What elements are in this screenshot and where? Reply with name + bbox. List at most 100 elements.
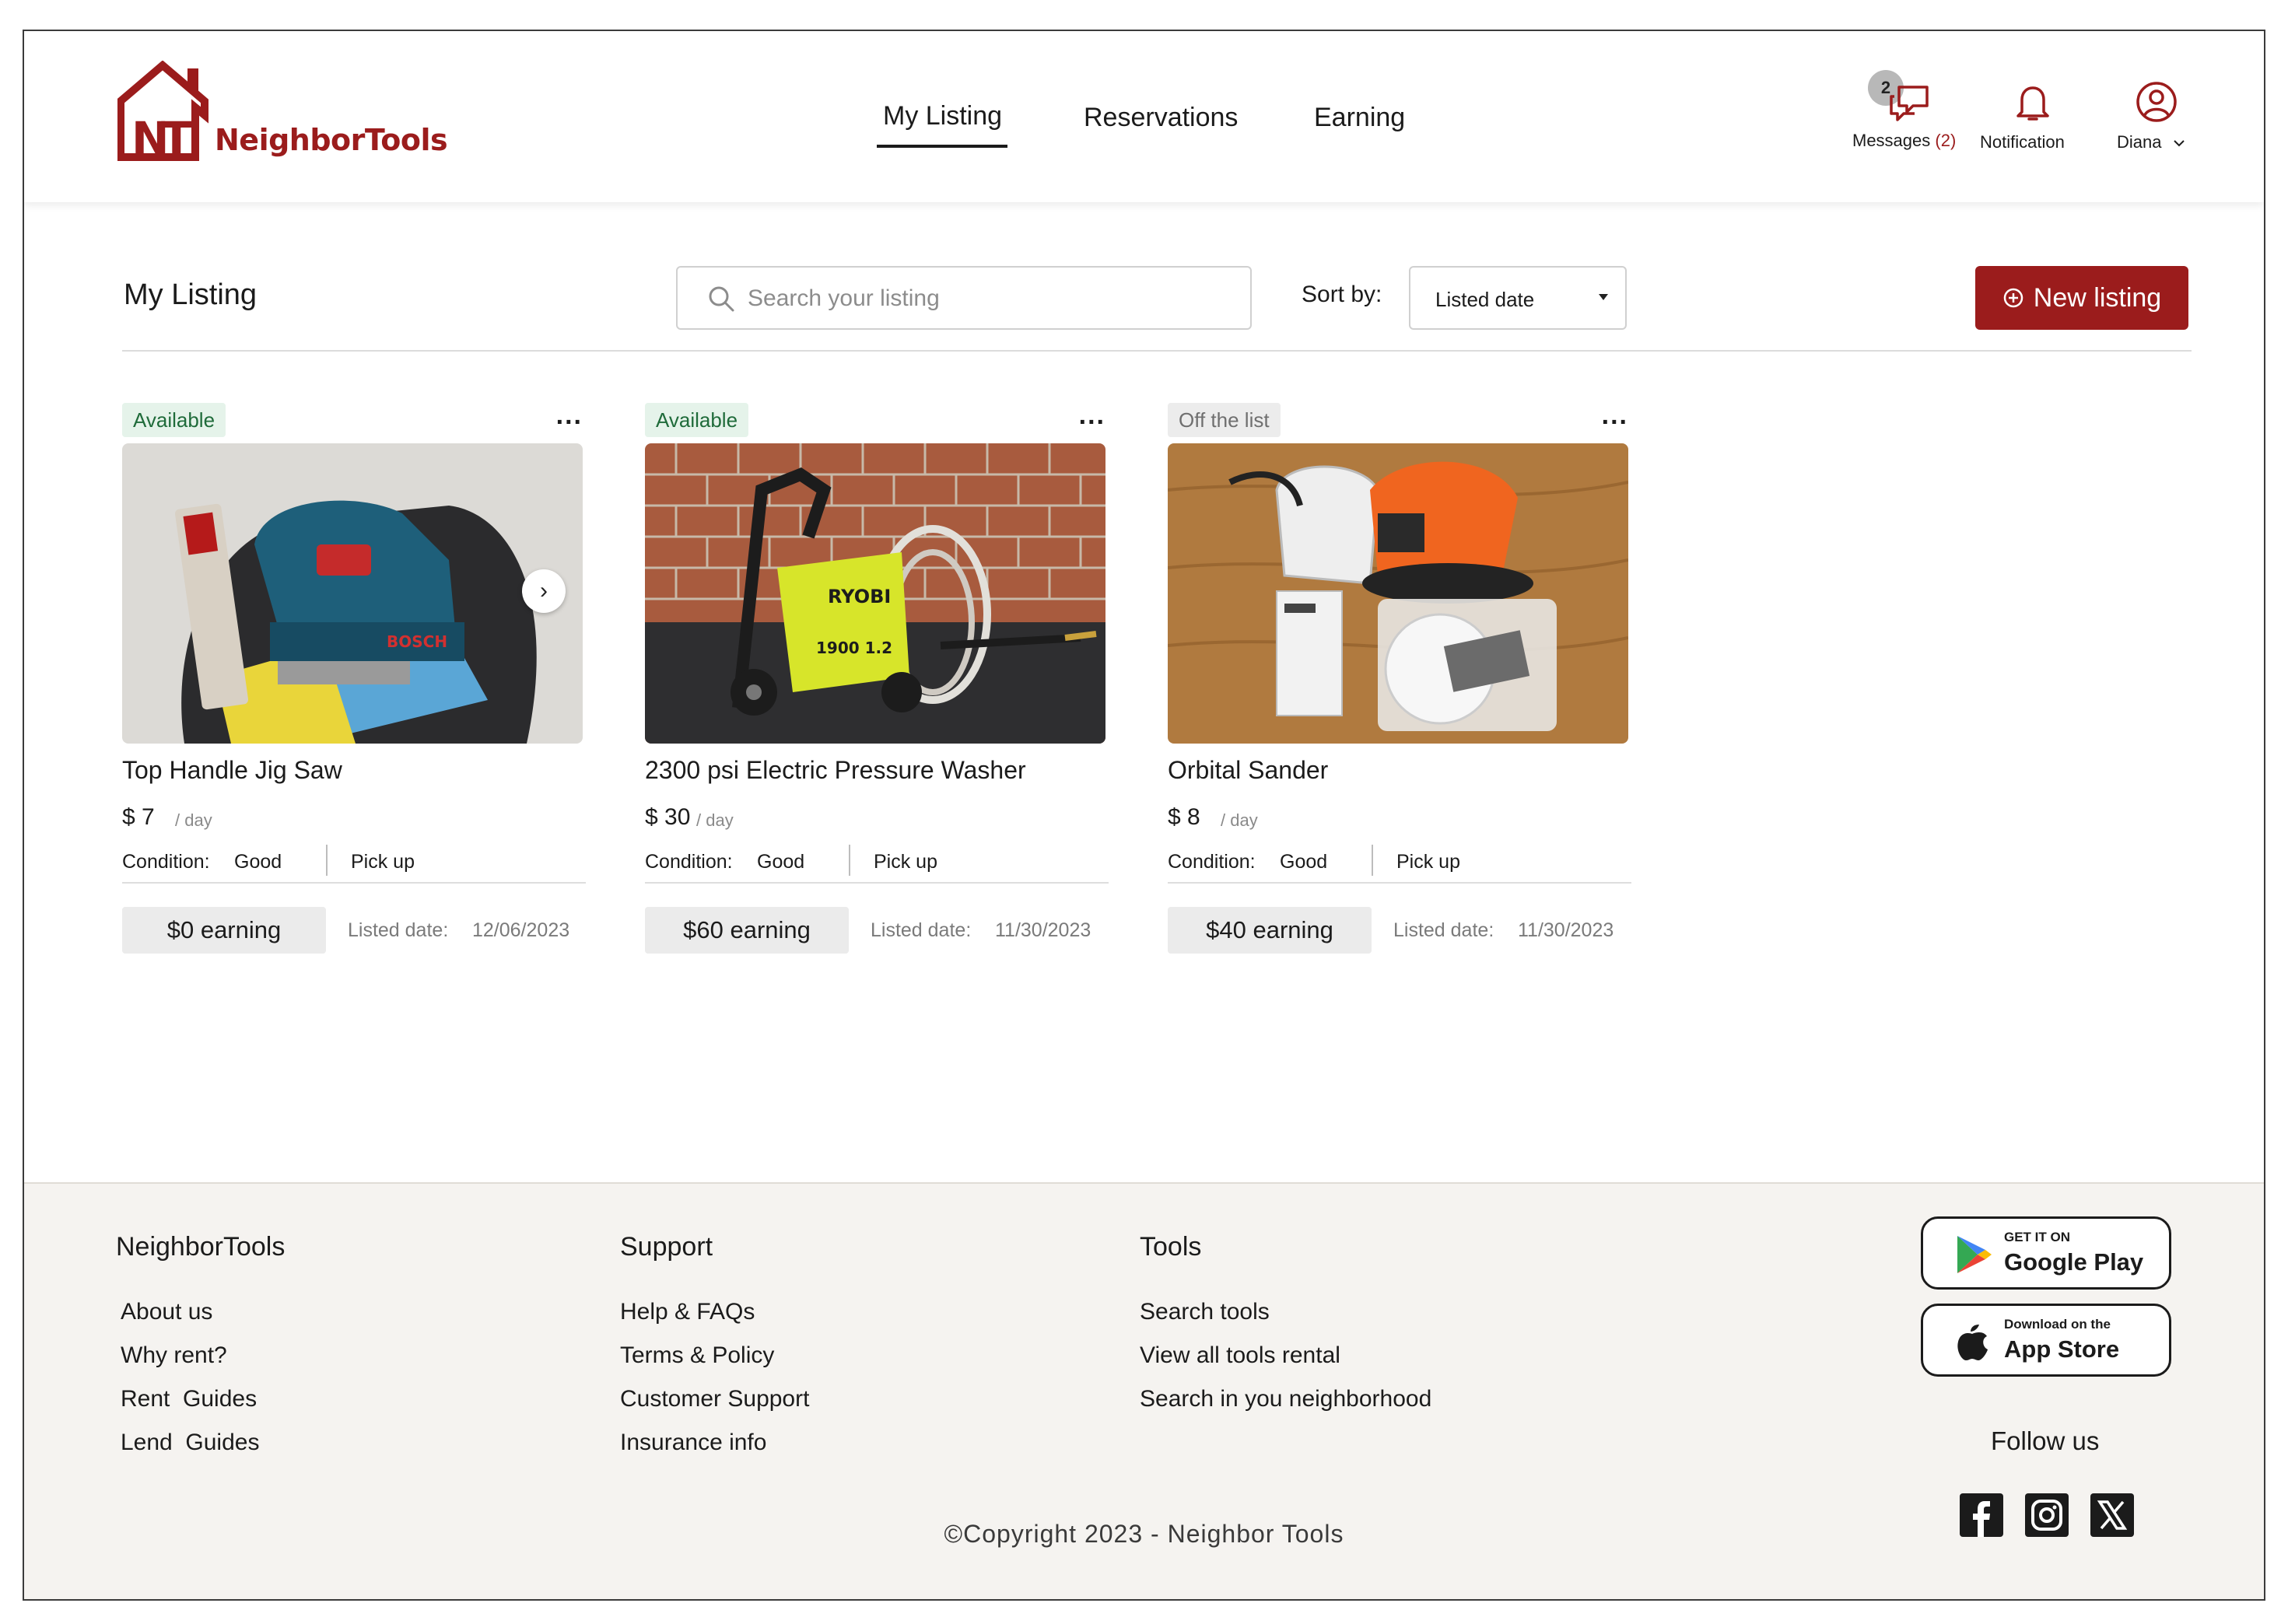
condition-row: Condition: Good Pick up	[122, 845, 586, 884]
footer-link-about-us[interactable]: About us	[116, 1290, 285, 1334]
condition-label: Condition:	[122, 851, 210, 873]
listing-photo-jigsaw[interactable]: BOSCH ›	[122, 443, 583, 744]
footer-link-search-tools[interactable]: Search tools	[1140, 1290, 1431, 1334]
footer-link-rent-guides[interactable]: Rent Guides	[116, 1377, 285, 1421]
listing-price: $ 30	[645, 804, 691, 830]
messages-label: Messages	[1852, 131, 1931, 150]
status-badge: Off the list	[1168, 403, 1281, 437]
nav-my-listing[interactable]: My Listing	[883, 101, 1002, 131]
listed-date: 12/06/2023	[472, 919, 570, 941]
google-play-icon	[1957, 1236, 1992, 1273]
svg-text:1900 1.2: 1900 1.2	[816, 639, 892, 657]
price-unit: / day	[175, 810, 212, 830]
svg-text:BOSCH: BOSCH	[387, 632, 447, 651]
footer-heading: Support	[620, 1232, 713, 1262]
search-icon	[709, 286, 734, 312]
brand-logo[interactable]: N T NeighborTools	[117, 61, 448, 162]
listed-date: 11/30/2023	[995, 919, 1091, 941]
listing-card[interactable]: Available ... BOSCH › Top Handle Jig Saw…	[122, 402, 589, 963]
earning-badge: $0 earning	[122, 907, 326, 954]
app-store-big: App Store	[2004, 1335, 2120, 1363]
search-input[interactable]	[748, 280, 1230, 317]
listing-price: $ 8	[1168, 804, 1200, 830]
plus-circle-icon	[2003, 288, 2023, 308]
notification-label[interactable]: Notification	[1980, 132, 2065, 152]
condition-value: Good	[234, 851, 282, 873]
svg-text:T: T	[161, 112, 192, 162]
price-unit: / day	[1221, 810, 1258, 830]
listing-photo-pressure-washer[interactable]: RYOBI 1900 1.2	[645, 443, 1105, 744]
user-name: Diana	[2117, 132, 2162, 152]
top-navigation-bar: N T NeighborTools My Listing Reservation…	[24, 31, 2264, 202]
nav-earning[interactable]: Earning	[1314, 103, 1405, 133]
condition-row: Condition: Good Pick up	[1168, 845, 1631, 884]
footer-column-neighbortools: NeighborTools About us Why rent? Rent Gu…	[116, 1232, 285, 1465]
row-separator	[326, 845, 328, 876]
listed-date: 11/30/2023	[1518, 919, 1614, 941]
google-play-big: Google Play	[2004, 1248, 2144, 1276]
condition-value: Good	[757, 851, 805, 873]
apple-icon	[1957, 1325, 1988, 1360]
earning-badge: $40 earning	[1168, 907, 1372, 954]
copyright-text: ©Copyright 2023 - Neighbor Tools	[944, 1520, 1344, 1548]
status-badge: Available	[645, 403, 749, 437]
new-listing-button[interactable]: New listing	[1975, 266, 2188, 330]
more-options-icon[interactable]: ...	[556, 402, 583, 429]
row-separator	[1372, 845, 1373, 876]
user-menu[interactable]: Diana	[2117, 132, 2185, 152]
nav-active-underline	[877, 145, 1007, 148]
earning-badge: $60 earning	[645, 907, 849, 954]
bell-icon[interactable]	[2014, 82, 2051, 123]
sort-select-value: Listed date	[1435, 288, 1535, 311]
listing-card[interactable]: Off the list ... Orbital Sander $ 8 / da…	[1168, 402, 1635, 963]
house-logo-icon: N T	[117, 61, 208, 162]
more-options-icon[interactable]: ...	[1602, 402, 1628, 429]
listing-price: $ 7	[122, 804, 155, 830]
nav-reservations[interactable]: Reservations	[1084, 103, 1238, 133]
messages-icon[interactable]	[1888, 84, 1932, 123]
footer-link-why-rent[interactable]: Why rent?	[116, 1334, 285, 1377]
footer-link-view-all-tools[interactable]: View all tools rental	[1140, 1334, 1431, 1377]
svg-text:RYOBI: RYOBI	[828, 586, 891, 607]
listing-card[interactable]: Available ... RYOBI 1900 1.2 2300 psi El…	[645, 402, 1112, 963]
app-store-button[interactable]: Download on the App Store	[1921, 1304, 2171, 1377]
status-badge: Available	[122, 403, 226, 437]
sort-select[interactable]: Listed date	[1409, 266, 1627, 330]
sort-label: Sort by:	[1302, 282, 1382, 307]
listed-date-label: Listed date:	[348, 919, 449, 941]
footer-link-customer-support[interactable]: Customer Support	[620, 1377, 809, 1421]
delivery-method: Pick up	[1396, 851, 1460, 873]
page-title: My Listing	[124, 278, 258, 311]
app-store-small: Download on the	[2004, 1317, 2111, 1332]
row-separator	[849, 845, 850, 876]
messages-link[interactable]: Messages (2)	[1852, 131, 1956, 151]
jigsaw-image: BOSCH	[122, 443, 583, 744]
next-image-button[interactable]: ›	[522, 569, 566, 613]
pressure-washer-image: RYOBI 1900 1.2	[645, 443, 1105, 744]
footer-link-lend-guides[interactable]: Lend Guides	[116, 1421, 285, 1465]
more-options-icon[interactable]: ...	[1079, 402, 1105, 429]
footer-link-help-faqs[interactable]: Help & FAQs	[620, 1290, 809, 1334]
footer-column-tools: Tools Search tools View all tools rental…	[1140, 1232, 1431, 1421]
listing-title[interactable]: Orbital Sander	[1168, 756, 1328, 785]
condition-label: Condition:	[1168, 851, 1256, 873]
messages-count: (2)	[1935, 131, 1957, 150]
brand-name: NeighborTools	[215, 123, 448, 157]
footer-heading: NeighborTools	[116, 1232, 286, 1262]
listed-date-label: Listed date:	[871, 919, 972, 941]
follow-us-label: Follow us	[1991, 1426, 2100, 1455]
user-avatar-icon[interactable]	[2136, 81, 2178, 123]
condition-label: Condition:	[645, 851, 733, 873]
delivery-method: Pick up	[351, 851, 415, 873]
listing-photo-orbital-sander[interactable]	[1168, 443, 1628, 744]
footer-link-insurance-info[interactable]: Insurance info	[620, 1421, 809, 1465]
google-play-button[interactable]: GET IT ON Google Play	[1921, 1216, 2171, 1290]
listing-title[interactable]: Top Handle Jig Saw	[122, 756, 342, 785]
footer-link-terms-policy[interactable]: Terms & Policy	[620, 1334, 809, 1377]
new-listing-label: New listing	[2033, 282, 2162, 313]
search-box[interactable]	[676, 266, 1252, 330]
price-unit: / day	[696, 810, 734, 830]
footer-column-support: Support Help & FAQs Terms & Policy Custo…	[620, 1232, 809, 1465]
footer-link-search-neighborhood[interactable]: Search in you neighborhood	[1140, 1377, 1431, 1421]
listing-title[interactable]: 2300 psi Electric Pressure Washer	[645, 756, 1026, 785]
